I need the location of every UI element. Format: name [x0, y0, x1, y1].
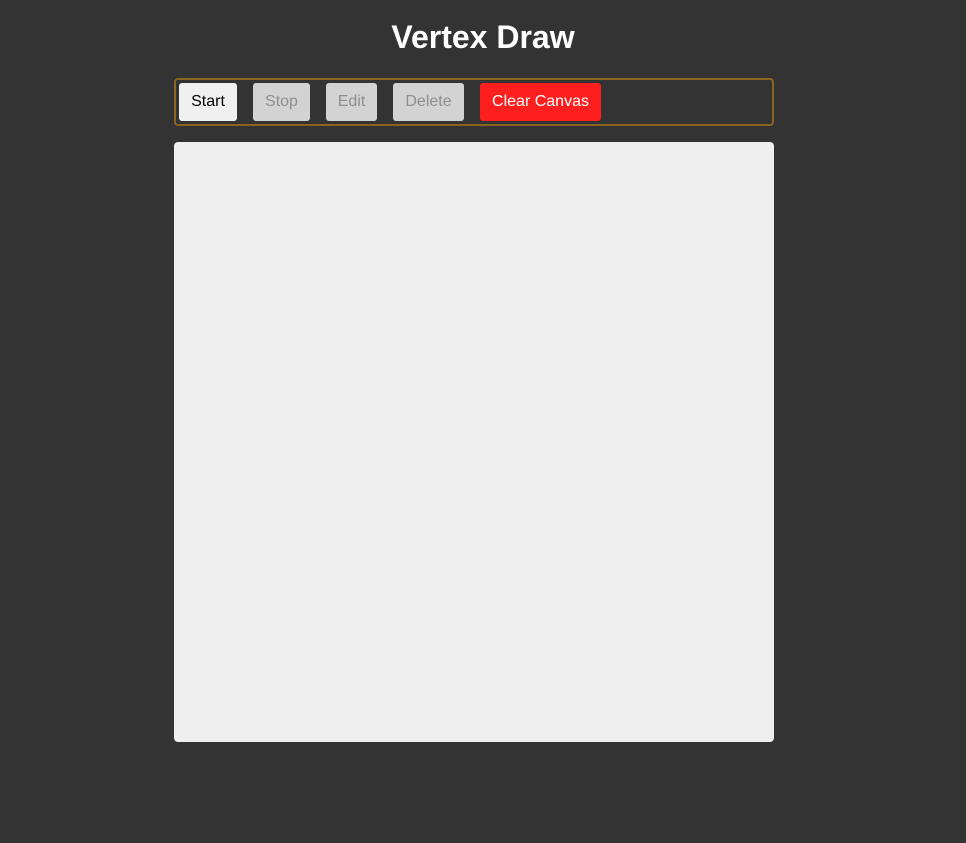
clear-canvas-button[interactable]: Clear Canvas: [480, 83, 601, 121]
edit-button[interactable]: Edit: [326, 83, 377, 121]
page-title: Vertex Draw: [391, 19, 575, 55]
drawing-canvas[interactable]: [174, 142, 774, 742]
stop-button[interactable]: Stop: [253, 83, 310, 121]
delete-button[interactable]: Delete: [393, 83, 464, 121]
toolbar: Start Stop Edit Delete Clear Canvas: [174, 78, 774, 126]
start-button[interactable]: Start: [179, 83, 237, 121]
